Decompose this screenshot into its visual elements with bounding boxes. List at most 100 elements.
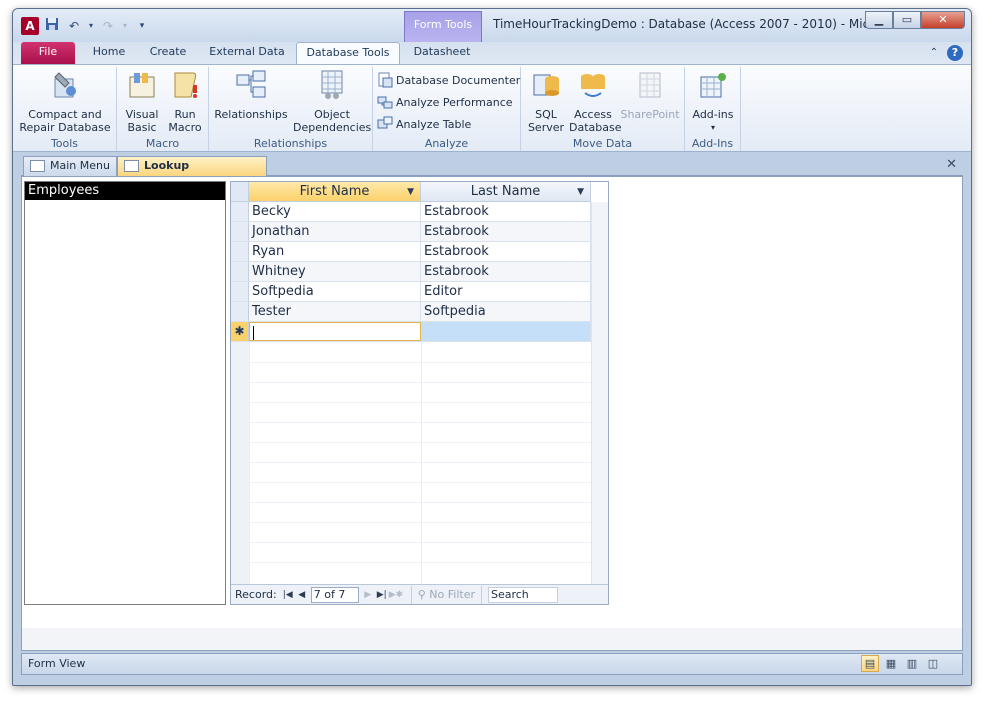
previous-record-icon[interactable]: ◀ (295, 590, 309, 600)
new-record-icon[interactable]: ▶✱ (389, 590, 403, 600)
undo-icon[interactable]: ↶ (65, 17, 83, 35)
access-app-icon[interactable]: A (21, 17, 39, 35)
doc-tab-lookup-maintenance[interactable]: Lookup Maintenance (117, 156, 267, 190)
cell-first-name[interactable]: Ryan (249, 242, 421, 261)
undo-dropdown-icon[interactable]: ▾ (87, 17, 95, 35)
run-macro-button[interactable]: Run Macro (165, 69, 205, 134)
row-selector[interactable] (231, 302, 249, 321)
select-all-corner[interactable] (231, 182, 249, 202)
tab-datasheet[interactable]: Datasheet (407, 42, 477, 64)
cell-last-name[interactable]: Editor (421, 282, 591, 301)
relationships-icon (236, 70, 266, 98)
vertical-scrollbar[interactable] (591, 202, 608, 586)
column-dropdown-icon[interactable]: ▼ (577, 182, 584, 202)
cell-last-name[interactable]: Estabrook (421, 262, 591, 281)
form-view-icon[interactable]: ▤ (861, 655, 879, 672)
tab-external-data[interactable]: External Data (203, 42, 291, 64)
grid-line (231, 402, 591, 403)
row-selector[interactable] (231, 262, 249, 281)
table-row[interactable]: Softpedia Editor (231, 282, 591, 302)
last-record-icon[interactable]: ▶| (375, 590, 389, 600)
tab-file[interactable]: File (21, 42, 75, 64)
sharepoint-button[interactable]: SharePoint (619, 69, 681, 121)
grid-line (231, 442, 591, 443)
maximize-icon[interactable]: ▭ (893, 11, 921, 29)
grid-line (231, 362, 591, 363)
search-input[interactable]: Search (487, 586, 558, 603)
current-record-input[interactable]: 7 of 7 (310, 586, 359, 603)
document-tabs: Main Menu Lookup Maintenance ✕ (21, 154, 963, 190)
cell-last-name[interactable]: Estabrook (421, 202, 591, 221)
help-icon[interactable]: ? (947, 45, 963, 61)
row-selector[interactable] (231, 202, 249, 221)
new-last-name-input[interactable] (421, 322, 591, 341)
cell-first-name[interactable]: Whitney (249, 262, 421, 281)
customize-qat-icon[interactable]: ▾ (133, 17, 151, 35)
cell-last-name[interactable]: Estabrook (421, 222, 591, 241)
table-row[interactable]: Ryan Estabrook (231, 242, 591, 262)
tab-home[interactable]: Home (85, 42, 133, 64)
visual-basic-button[interactable]: Visual Basic (121, 69, 163, 134)
column-header-last-name[interactable]: Last Name ▼ (421, 182, 591, 202)
sql-server-icon (533, 74, 559, 96)
new-record-marker[interactable]: ✱ (231, 322, 249, 341)
row-selector[interactable] (231, 282, 249, 301)
next-record-icon[interactable]: ▶ (361, 590, 375, 600)
analyze-performance-button[interactable]: Analyze Performance (377, 93, 513, 111)
ribbon-right-controls: ⌃ ? (927, 45, 963, 61)
no-filter-button[interactable]: ⚲ No Filter (410, 585, 482, 604)
datasheet-subform: First Name ▼ Last Name ▼ Becky Estabrook… (230, 181, 609, 605)
close-icon[interactable]: ✕ (921, 11, 965, 29)
datasheet-body: Becky Estabrook Jonathan Estabrook Ryan … (231, 202, 591, 342)
grid-line (231, 422, 591, 423)
save-icon[interactable] (43, 17, 61, 35)
cell-first-name[interactable]: Softpedia (249, 282, 421, 301)
grid-line (231, 542, 591, 543)
form-tools-contextual-tab: Form Tools (404, 11, 482, 42)
row-selector[interactable] (231, 222, 249, 241)
filter-icon: ⚲ (417, 587, 430, 601)
column-header-first-name[interactable]: First Name ▼ (249, 182, 421, 202)
access-database-button[interactable]: Access Database (569, 69, 622, 134)
list-item[interactable]: Employees (25, 182, 225, 200)
cell-last-name[interactable]: Softpedia (421, 302, 591, 321)
analyze-table-icon (377, 116, 393, 129)
table-row[interactable]: Whitney Estabrook (231, 262, 591, 282)
compact-repair-button[interactable]: Compact and Repair Database (17, 69, 113, 134)
row-selector[interactable] (231, 242, 249, 261)
redo-dropdown-icon[interactable]: ▾ (121, 17, 129, 35)
object-dependencies-button[interactable]: Object Dependencies (293, 69, 371, 134)
table-row[interactable]: Tester Softpedia (231, 302, 591, 322)
cell-first-name[interactable]: Tester (249, 302, 421, 321)
lookup-listbox[interactable]: Employees (24, 181, 226, 605)
tab-create[interactable]: Create (143, 42, 193, 64)
redo-icon[interactable]: ↷ (99, 17, 117, 35)
minimize-icon[interactable]: ▁ (865, 11, 893, 29)
table-row[interactable]: Jonathan Estabrook (231, 222, 591, 242)
datasheet-view-icon[interactable]: ▦ (882, 655, 900, 672)
cell-last-name[interactable]: Estabrook (421, 242, 591, 261)
add-ins-button[interactable]: Add-ins ▾ (687, 69, 739, 134)
layout-view-icon[interactable]: ▥ (903, 655, 921, 672)
database-documenter-button[interactable]: Database Documenter (377, 71, 520, 89)
form-footer-strip (22, 628, 962, 650)
tab-database-tools[interactable]: Database Tools (296, 42, 400, 64)
new-record-row[interactable]: ✱ (231, 322, 591, 342)
doc-tab-main-menu[interactable]: Main Menu (23, 156, 117, 176)
cell-first-name[interactable]: Jonathan (249, 222, 421, 241)
minimize-ribbon-icon[interactable]: ⌃ (927, 45, 941, 61)
table-row[interactable]: Becky Estabrook (231, 202, 591, 222)
relationships-button[interactable]: Relationships (211, 69, 291, 121)
grid-line (249, 342, 250, 586)
design-view-icon[interactable]: ◫ (924, 655, 942, 672)
analyze-table-button[interactable]: Analyze Table (377, 115, 471, 133)
cell-first-name[interactable]: Becky (249, 202, 421, 221)
close-document-icon[interactable]: ✕ (946, 157, 957, 172)
column-dropdown-icon[interactable]: ▼ (407, 182, 414, 202)
text-caret (253, 325, 254, 340)
grid-line (421, 342, 422, 586)
compact-label-line1: Compact and (28, 108, 102, 121)
sql-server-button[interactable]: SQL Server (525, 69, 567, 134)
first-record-icon[interactable]: |◀ (281, 590, 295, 600)
new-first-name-input[interactable] (249, 322, 421, 341)
